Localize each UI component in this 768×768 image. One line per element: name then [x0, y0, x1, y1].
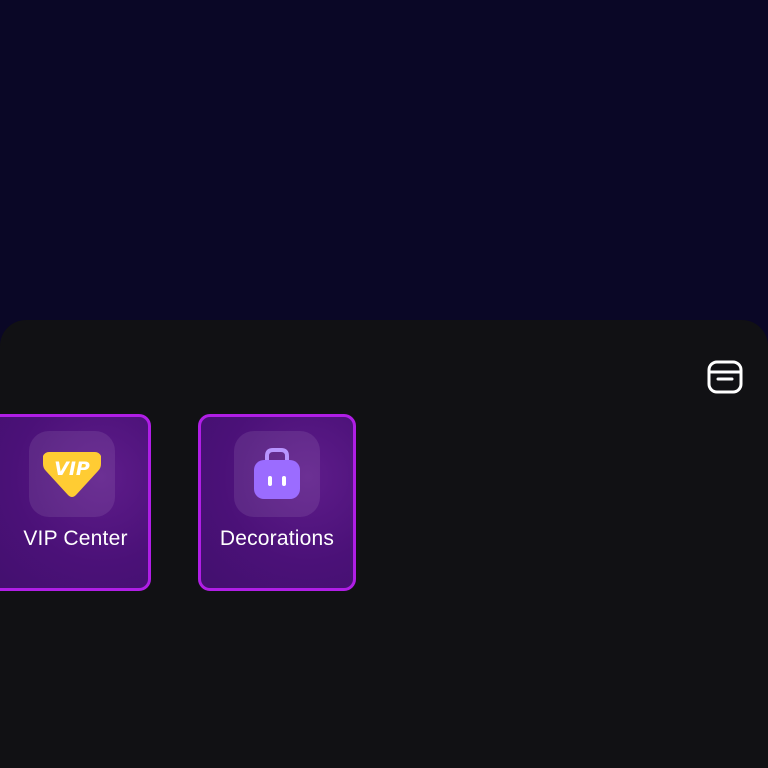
decorations-card[interactable]: Decorations [198, 414, 356, 591]
decorations-label: Decorations [219, 527, 335, 550]
vip-diamond-icon: VIP [43, 452, 101, 497]
archive-box-icon [707, 360, 743, 394]
archive-button[interactable] [700, 352, 750, 402]
shopping-bag-icon [254, 448, 300, 499]
vip-icon-tile: VIP [29, 431, 115, 517]
vip-center-label: VIP Center [23, 527, 128, 550]
dimmed-backdrop[interactable] [0, 0, 768, 340]
svg-text:VIP: VIP [54, 458, 90, 480]
decorations-icon-tile [234, 431, 320, 517]
vip-center-card[interactable]: VIP VIP Center [0, 414, 151, 591]
